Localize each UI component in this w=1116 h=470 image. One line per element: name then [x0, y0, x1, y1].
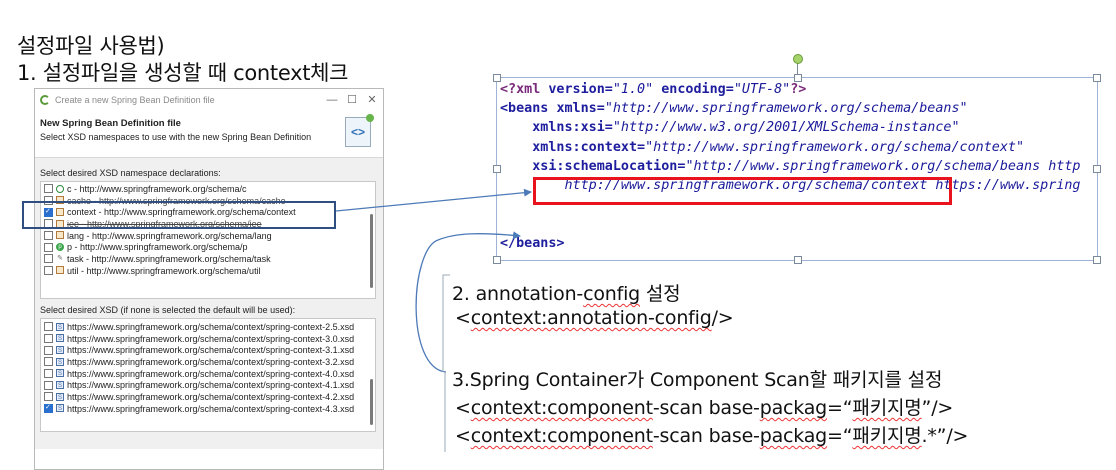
step2-code: <context:annotation-config/>: [455, 307, 734, 329]
step2-title: 2. annotation-config 설정: [452, 283, 681, 305]
step3-code-line-1: <context:component-scan base-packag=“패키지…: [455, 397, 954, 419]
arrow-to-xml: [335, 188, 532, 212]
step3-title: 3.Spring Container가 Component Scan할 패키지를…: [452, 369, 943, 391]
bracket-left-step2: [442, 274, 450, 372]
step3-code-line-2: <context:component-scan base-packag=“패키지…: [455, 425, 969, 447]
